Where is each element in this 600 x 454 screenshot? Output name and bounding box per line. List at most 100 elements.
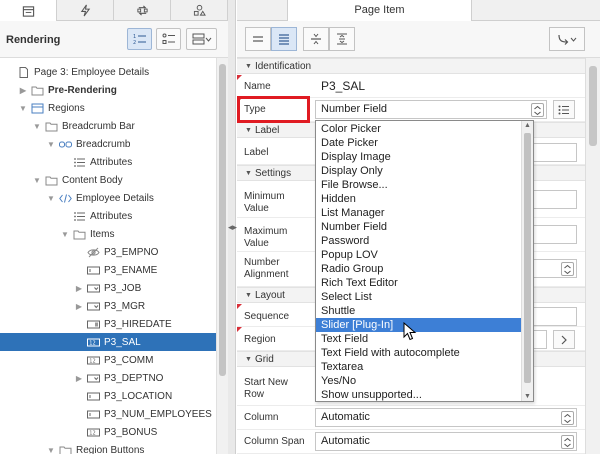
expand-twisty-icon[interactable]: ▼ xyxy=(60,229,70,239)
type-dropdown-list[interactable]: Color Picker Date Picker Display Image Disp… xyxy=(315,120,534,402)
type-option[interactable]: Display Only xyxy=(316,164,522,178)
tree-node[interactable]: P3_LOCATION xyxy=(0,387,216,405)
tree-node[interactable]: ▶ P3_DEPTNO xyxy=(0,369,216,387)
tree-node[interactable]: ▶ P3_JOB xyxy=(0,279,216,297)
type-option[interactable]: Rich Text Editor xyxy=(316,276,522,290)
tree-node[interactable]: P3_HIREDATE xyxy=(0,315,216,333)
scroll-up-icon[interactable]: ▲ xyxy=(524,122,531,129)
show-all-button[interactable] xyxy=(271,27,297,51)
go-to-group-button[interactable] xyxy=(549,27,585,51)
expand-twisty-icon[interactable]: ▼ xyxy=(46,445,56,454)
property-scrollbar[interactable] xyxy=(585,58,600,454)
shared-components-icon[interactable] xyxy=(171,0,228,21)
tree-node[interactable]: ▼ Region Buttons xyxy=(0,441,216,454)
tree-node[interactable]: P3_EMPNO xyxy=(0,243,216,261)
type-list-button[interactable] xyxy=(553,100,575,119)
expand-twisty-icon[interactable]: ▼ xyxy=(32,175,42,185)
tree-node[interactable]: ▼ Employee Details xyxy=(0,189,216,207)
dynamic-actions-icon[interactable] xyxy=(57,0,114,21)
tree-node[interactable]: 12 P3_SAL xyxy=(0,333,216,351)
rendering-tab-icon[interactable] xyxy=(0,0,57,22)
expand-twisty-icon[interactable]: ▼ xyxy=(18,103,28,113)
view-by-component-button[interactable] xyxy=(156,28,181,50)
column-row: Column Automatic xyxy=(237,406,585,430)
collapse-all-button[interactable] xyxy=(303,27,329,51)
expand-twisty-icon[interactable]: ▼ xyxy=(46,193,56,203)
type-option[interactable]: Text Field xyxy=(316,332,522,346)
collapse-twisty-icon[interactable]: ▶ xyxy=(74,301,84,311)
tree-node[interactable]: Attributes xyxy=(0,207,216,225)
scroll-down-icon[interactable]: ▼ xyxy=(524,393,531,400)
type-option[interactable]: Password xyxy=(316,234,522,248)
type-option[interactable]: Number Field xyxy=(316,220,522,234)
section-identification[interactable]: ▼ Identification xyxy=(237,58,585,74)
tree-scrollbar[interactable] xyxy=(216,58,228,454)
tree-node[interactable]: ▶ P3_MGR xyxy=(0,297,216,315)
type-option[interactable]: Radio Group xyxy=(316,262,522,276)
region-goto-button[interactable] xyxy=(553,330,575,349)
svg-text:12: 12 xyxy=(89,430,95,436)
view-by-region-button[interactable]: 12 xyxy=(127,28,152,50)
type-option[interactable]: Date Picker xyxy=(316,136,522,150)
expand-twisty-icon[interactable]: ▼ xyxy=(46,139,56,149)
name-field[interactable]: P3_SAL xyxy=(315,77,567,96)
tree-node[interactable]: ▼ Regions xyxy=(0,99,216,117)
tree-node[interactable]: 12 P3_BONUS xyxy=(0,423,216,441)
collapse-twisty-icon[interactable]: ▶ xyxy=(74,373,84,383)
column-span-select[interactable]: Automatic xyxy=(315,432,577,451)
tree-node[interactable]: 12 P3_COMM xyxy=(0,351,216,369)
tree-node[interactable]: ▼ Content Body xyxy=(0,171,216,189)
display-options-button[interactable] xyxy=(186,28,217,50)
expand-all-button[interactable] xyxy=(329,27,355,51)
tree-node[interactable]: ▼ Breadcrumb Bar xyxy=(0,117,216,135)
number-item-icon: 12 xyxy=(87,427,100,438)
processing-icon[interactable] xyxy=(114,0,171,21)
left-tab-bar xyxy=(0,0,228,22)
type-option[interactable]: Popup LOV xyxy=(316,248,522,262)
tree-node[interactable]: ▶ Pre-Rendering xyxy=(0,81,216,99)
region-label: Region xyxy=(244,334,276,345)
expand-twisty-icon[interactable]: ▼ xyxy=(32,121,42,131)
expand-icon xyxy=(337,33,347,45)
type-option[interactable]: Hidden xyxy=(316,192,522,206)
select-item-icon xyxy=(87,283,100,294)
right-tab-bar: Page Item xyxy=(237,0,600,22)
column-select[interactable]: Automatic xyxy=(315,408,577,427)
tree-node[interactable]: P3_NUM_EMPLOYEES xyxy=(0,405,216,423)
column-select-value: Automatic xyxy=(321,411,370,423)
show-common-button[interactable] xyxy=(245,27,271,51)
type-option[interactable]: Text Field with autocomplete xyxy=(316,346,522,360)
collapse-twisty-icon[interactable]: ▶ xyxy=(74,283,84,293)
splitter-grip-icon[interactable]: ◂▸ xyxy=(228,222,237,233)
mouse-cursor-icon xyxy=(403,322,417,341)
tree-node[interactable]: ▼ Breadcrumb xyxy=(0,135,216,153)
type-option[interactable]: List Manager xyxy=(316,206,522,220)
type-select[interactable]: Number Field xyxy=(315,100,547,119)
type-option[interactable]: File Browse... xyxy=(316,178,522,192)
collapse-twisty-icon[interactable]: ▶ xyxy=(18,85,28,95)
type-option[interactable]: Shuttle xyxy=(316,304,522,318)
pane-splitter[interactable]: ◂▸ xyxy=(228,0,237,454)
dropdown-scrollbar[interactable]: ▲ ▼ xyxy=(521,121,533,401)
column-span-label: Column Span xyxy=(244,436,305,447)
type-option[interactable]: Display Image xyxy=(316,150,522,164)
tab-page-item[interactable]: Page Item xyxy=(287,0,472,22)
type-option[interactable]: Show unsupported... xyxy=(316,388,522,401)
tree-node[interactable]: ▼ Items xyxy=(0,225,216,243)
type-option[interactable]: Color Picker xyxy=(316,122,522,136)
section-grid-title: Grid xyxy=(254,353,274,365)
tree-node[interactable]: P3_ENAME xyxy=(0,261,216,279)
tree-node[interactable]: Attributes xyxy=(0,153,216,171)
property-list: ▼ Identification Name P3_SAL Type Number … xyxy=(237,58,585,454)
tree-node[interactable]: Page 3: Employee Details xyxy=(0,63,216,81)
tree-node-label: P3_ENAME xyxy=(104,264,158,276)
type-option[interactable]: Slider [Plug-In] xyxy=(316,318,522,332)
type-option[interactable]: Yes/No xyxy=(316,374,522,388)
type-option[interactable]: Textarea xyxy=(316,360,522,374)
type-option[interactable]: Select List xyxy=(316,290,522,304)
